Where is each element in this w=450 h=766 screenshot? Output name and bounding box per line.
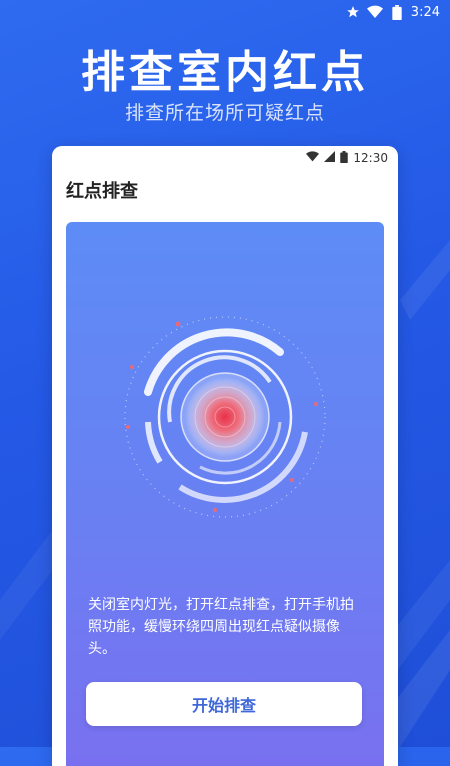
page-title: 红点排查 [66,181,138,202]
phone-status-time: 12:30 [353,151,388,165]
start-scan-button[interactable]: 开始排查 [86,682,362,726]
instructions-text: 关闭室内灯光，打开红点排查，打开手机拍照功能，缓慢环绕四周出现红点疑似摄像头。 [88,597,354,657]
battery-icon [340,150,349,166]
phone-mockup: 12:30 红点排查 关闭室内灯光，打开红点排查，打开手机拍照功能，缓慢环绕四周… [52,146,398,766]
status-bar: 3:24 [0,0,450,24]
wifi-icon [306,151,320,165]
phone-status-bar: 12:30 [52,146,398,170]
scan-card: 关闭室内灯光，打开红点排查，打开手机拍照功能，缓慢环绕四周出现红点疑似摄像头。 … [66,222,384,766]
battery-icon [389,4,405,20]
signal-icon [324,151,336,165]
hero-subtitle: 排查所在场所可疑红点 [124,102,325,124]
status-time: 3:24 [410,4,440,20]
wifi-icon [366,4,383,20]
hero-title: 排查室内红点 [81,47,369,98]
star-icon [345,4,361,20]
radar-graphic [124,316,326,518]
